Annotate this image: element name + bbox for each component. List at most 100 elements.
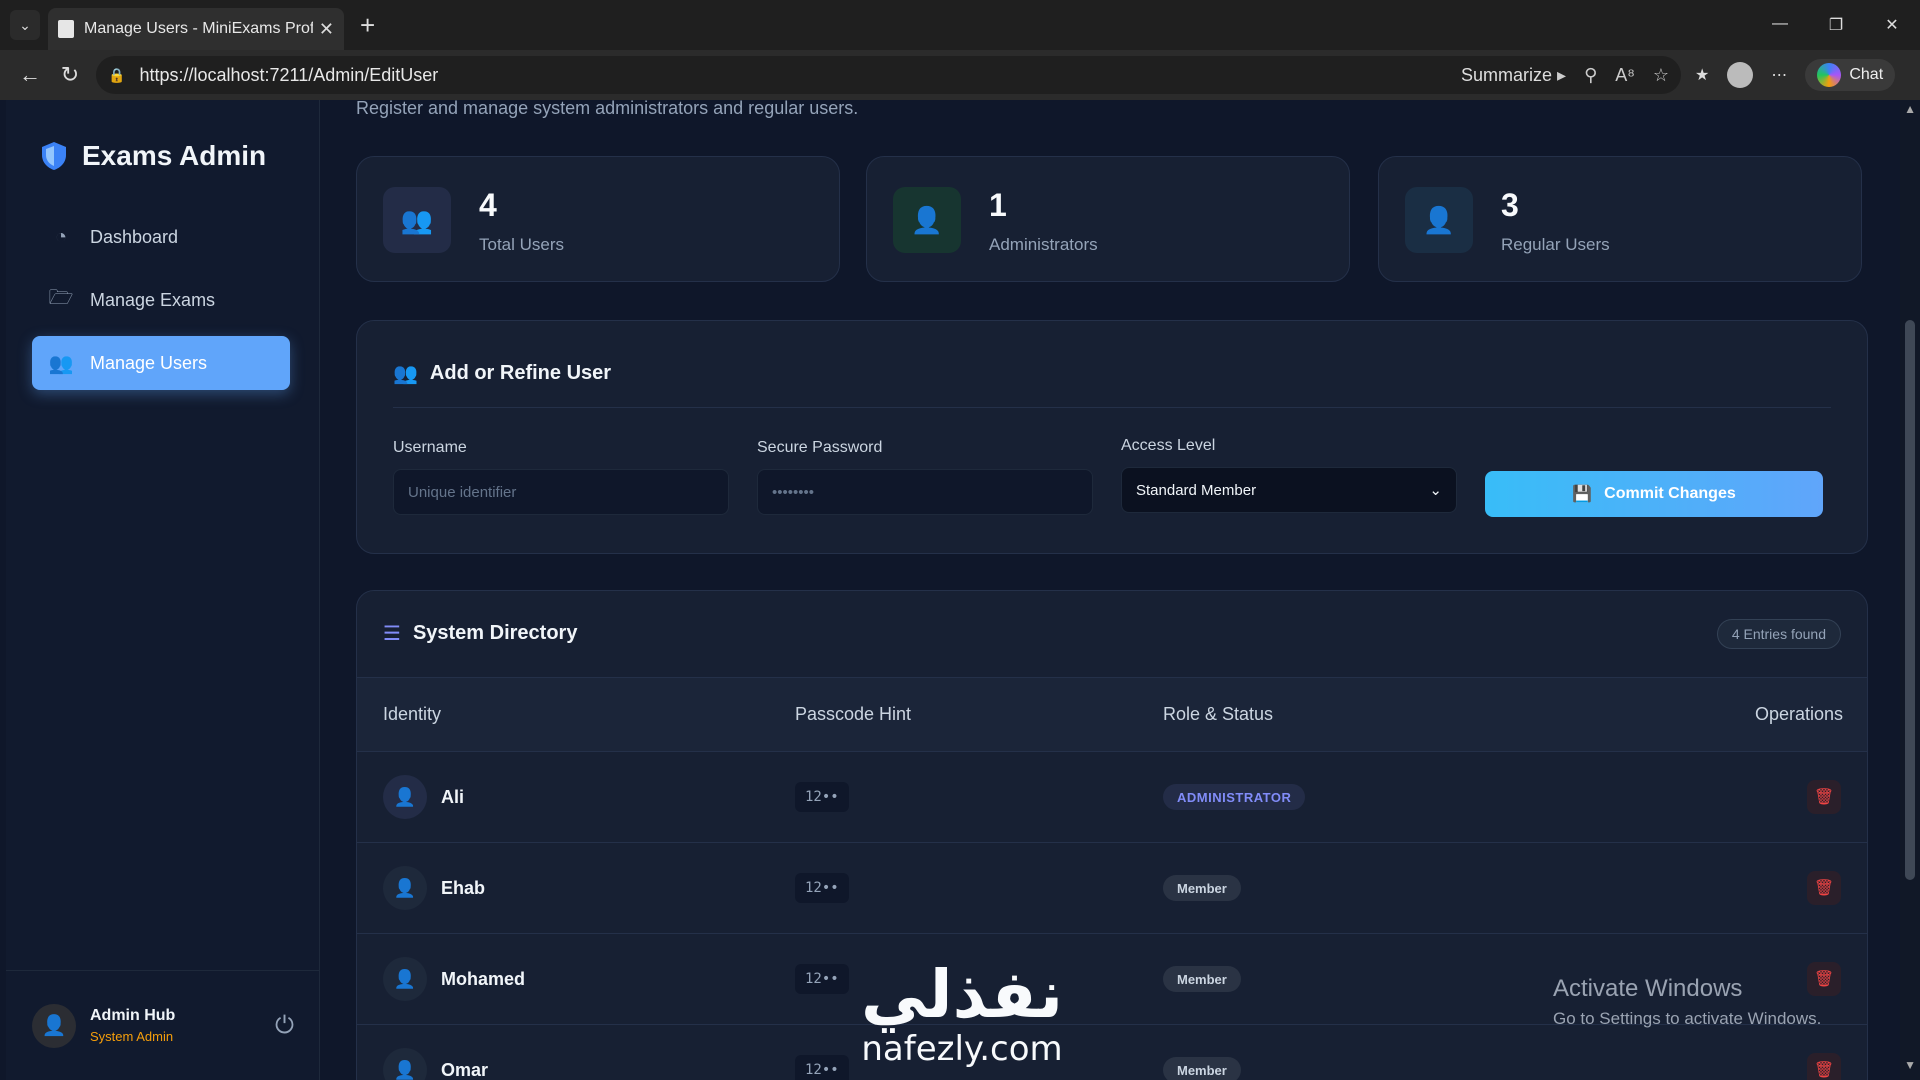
stat-label: Total Users (479, 235, 565, 254)
users-icon: 👥 (383, 187, 451, 253)
summarize-icon: ▸ (1557, 64, 1567, 85)
password-input[interactable] (757, 469, 1093, 515)
tab-actions-chevron-icon[interactable]: ⌄ (10, 10, 40, 40)
pie-chart-icon: ◔ (54, 225, 68, 248)
activate-windows-subtitle: Go to Settings to activate Windows. (1553, 1009, 1822, 1028)
tab-close-icon[interactable]: ✕ (319, 19, 334, 40)
scroll-down-arrow-icon[interactable]: ▼ (1904, 1058, 1916, 1072)
stat-value: 4 (479, 187, 497, 223)
delete-trash-icon[interactable]: 🗑 (1807, 1053, 1841, 1080)
new-tab-plus-icon[interactable]: + (360, 10, 375, 41)
column-header-passcode-hint: Passcode Hint (795, 704, 912, 724)
stat-label: Administrators (989, 235, 1098, 254)
commit-changes-button[interactable]: 💾 Commit Changes (1485, 471, 1823, 517)
user-name: Ehab (441, 877, 486, 898)
logout-power-icon[interactable]: ⏻ (275, 1012, 294, 1040)
shield-icon (40, 141, 68, 171)
delete-trash-icon[interactable]: 🗑 (1807, 780, 1841, 814)
user-name: Ali (441, 786, 465, 807)
role-badge: Member (1163, 1057, 1241, 1080)
copilot-chat-button[interactable]: Chat (1805, 59, 1896, 91)
admin-name: Admin Hub (90, 1007, 176, 1024)
more-options-icon[interactable]: ⋯ (1771, 65, 1787, 85)
column-header-identity: Identity (383, 704, 442, 724)
password-label: Secure Password (757, 439, 883, 456)
page-scrollbar[interactable] (1900, 100, 1920, 1080)
page-favicon-icon (58, 20, 74, 38)
user-shield-icon: 👤 (893, 187, 961, 253)
main-content: Register and manage system administrator… (320, 100, 1900, 1080)
favorites-list-icon[interactable]: ★ (1695, 65, 1709, 85)
browser-tab[interactable]: Manage Users - MiniExams Profes ✕ (48, 8, 344, 50)
scrollbar-thumb[interactable] (1905, 320, 1915, 880)
stat-card-total-users: 👥 4 Total Users (356, 156, 840, 282)
activate-windows-notice: Activate Windows Go to Settings to activ… (1553, 975, 1821, 1029)
delete-trash-icon[interactable]: 🗑 (1807, 871, 1841, 905)
user-form-card: 👥 Add or Refine User Username Secure Pas… (356, 320, 1868, 554)
tab-title: Manage Users - MiniExams Profes (84, 20, 313, 37)
form-title: 👥 Add or Refine User (393, 362, 612, 385)
sidebar-item-manage-exams[interactable]: 🗁 Manage Exams (32, 273, 290, 327)
lock-icon[interactable]: 🔒 (108, 67, 125, 84)
brand-title: Exams Admin (82, 140, 267, 171)
watermark-domain-text: nafezly.com (861, 1029, 1063, 1069)
scroll-up-arrow-icon[interactable]: ▲ (1904, 102, 1916, 116)
refresh-icon[interactable]: ↻ (50, 62, 90, 88)
user-icon: 👤 (383, 866, 427, 910)
page-subtitle: Register and manage system administrator… (356, 100, 859, 118)
table-row: 👤 Ali 12•• ADMINISTRATOR 🗑 (357, 751, 1867, 842)
stat-value: 3 (1501, 187, 1519, 223)
save-icon: 💾 (1572, 486, 1593, 503)
admin-role: System Admin (90, 1029, 174, 1044)
sidebar-item-manage-users[interactable]: 👥 Manage Users (32, 336, 290, 390)
directory-title: ☰ System Directory (383, 622, 578, 645)
access-level-field-group: Access Level Standard Member ⌄ (1121, 437, 1457, 513)
favorite-star-icon[interactable]: ☆ (1653, 65, 1669, 86)
url-field[interactable]: 🔒 https://localhost:7211/Admin/EditUser … (96, 56, 1681, 94)
user-icon: 👤 (383, 1048, 427, 1080)
admin-avatar: 👤 (32, 1003, 76, 1048)
sidebar-footer: 👤 Admin Hub System Admin ⏻ (6, 970, 320, 1080)
username-input[interactable] (393, 469, 729, 515)
role-badge: ADMINISTRATOR (1163, 784, 1306, 810)
user-name: Mohamed (441, 968, 526, 989)
users-icon: 👥 (48, 352, 74, 375)
access-level-select[interactable]: Standard Member ⌄ (1121, 467, 1457, 513)
brand[interactable]: Exams Admin (40, 140, 266, 172)
read-aloud-icon[interactable]: A⁸ (1615, 65, 1635, 86)
user-icon: 👤 (1405, 187, 1473, 253)
activate-windows-title: Activate Windows (1553, 975, 1743, 1002)
passcode-hint: 12•• (795, 873, 849, 903)
user-icon: 👤 (383, 957, 427, 1001)
access-level-label: Access Level (1121, 437, 1216, 454)
username-label: Username (393, 439, 467, 456)
entries-count-badge: 4 Entries found (1716, 619, 1841, 649)
column-header-role-status: Role & Status (1163, 704, 1274, 724)
watermark-arabic-text: نفذلي (861, 956, 1063, 1033)
sidebar-item-dashboard[interactable]: ◔ Dashboard (32, 210, 290, 264)
username-field-group: Username (393, 439, 729, 515)
divider (393, 407, 1831, 408)
password-field-group: Secure Password (757, 439, 1093, 515)
browser-address-bar: ← ↻ 🔒 https://localhost:7211/Admin/EditU… (0, 50, 1920, 100)
zoom-out-icon[interactable]: ⚲ (1584, 65, 1597, 86)
user-name: Omar (441, 1059, 489, 1080)
list-icon: ☰ (383, 623, 401, 645)
stat-card-regular-users: 👤 3 Regular Users (1378, 156, 1862, 282)
stat-card-administrators: 👤 1 Administrators (866, 156, 1350, 282)
close-window-icon[interactable]: ✕ (1864, 15, 1920, 35)
browser-tabbar: ⌄ Manage Users - MiniExams Profes ✕ + — … (0, 0, 1920, 50)
sidebar: Exams Admin ◔ Dashboard 🗁 Manage Exams 👥… (6, 100, 320, 1080)
table-row: 👤 Omar 12•• Member 🗑 (357, 1024, 1867, 1080)
profile-avatar[interactable] (1727, 62, 1754, 88)
window-controls: — ❐ ✕ (1752, 15, 1920, 35)
stat-label: Regular Users (1501, 235, 1610, 254)
summarize-button[interactable]: Summarize ▸ (1461, 65, 1566, 86)
minimize-icon[interactable]: — (1752, 15, 1808, 35)
column-header-operations: Operations (1754, 704, 1843, 724)
chevron-down-icon: ⌄ (1429, 482, 1442, 499)
restore-icon[interactable]: ❐ (1808, 15, 1864, 35)
nafezly-watermark: نفذلي nafezly.com (852, 956, 1072, 1069)
back-arrow-icon[interactable]: ← (10, 62, 50, 88)
table-header: Identity Passcode Hint Role & Status Ope… (357, 677, 1867, 751)
